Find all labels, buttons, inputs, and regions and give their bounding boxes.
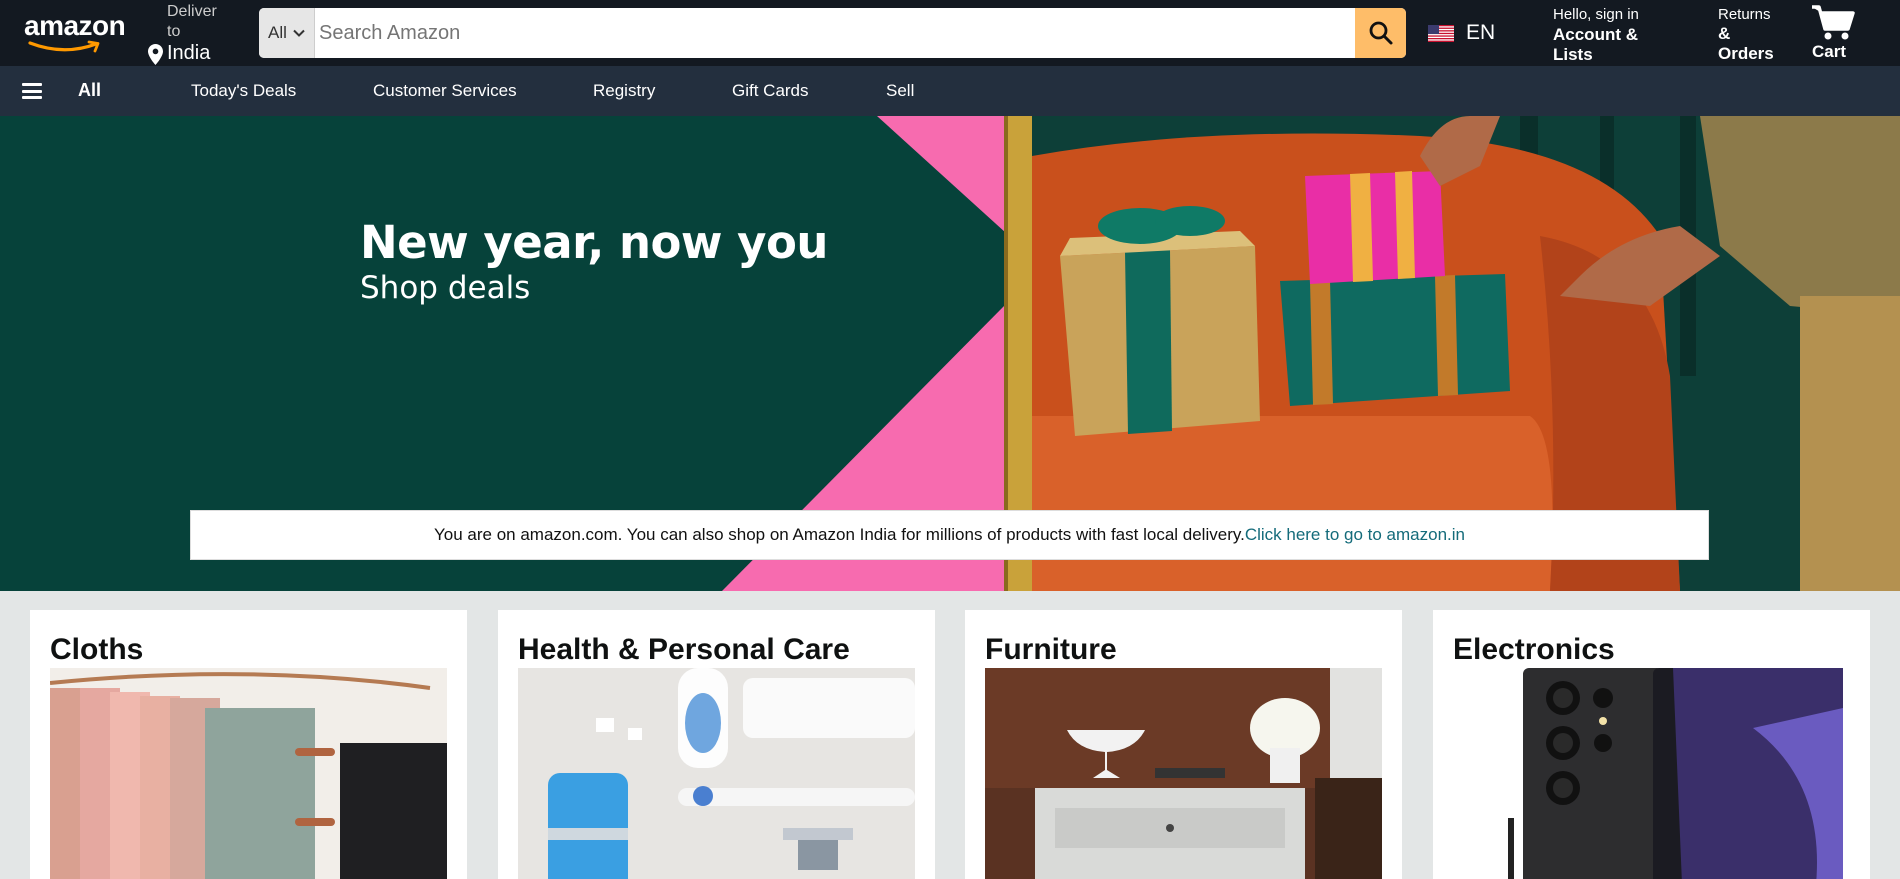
nav-link-customer-services[interactable]: Customer Services: [373, 81, 517, 101]
account-label: Account & Lists: [1553, 25, 1638, 64]
secondary-navbar: All Today's Deals Customer Services Regi…: [0, 66, 1900, 116]
account-and-lists[interactable]: Hello, sign in Account & Lists: [1553, 6, 1673, 64]
category-card-electronics[interactable]: Electronics: [1433, 610, 1870, 879]
language-selector[interactable]: EN: [1428, 20, 1495, 46]
international-notice: You are on amazon.com. You can also shop…: [190, 510, 1709, 560]
furniture-image: [985, 668, 1382, 879]
category-card-furniture[interactable]: Furniture: [965, 610, 1402, 879]
search-category-dropdown[interactable]: All: [259, 8, 315, 58]
category-title: Cloths: [50, 633, 144, 666]
category-title: Health & Personal Care: [518, 633, 850, 666]
returns-and-orders[interactable]: Returns & Orders: [1718, 6, 1788, 64]
category-image-cloths[interactable]: [50, 668, 447, 879]
location-pin-icon: [148, 44, 163, 65]
category-title: Electronics: [1453, 633, 1615, 666]
cart-button[interactable]: Cart: [1810, 2, 1860, 62]
hamburger-menu-icon[interactable]: [22, 83, 42, 99]
search-icon: [1369, 21, 1392, 45]
us-flag-icon: [1428, 24, 1454, 42]
deliver-to[interactable]: Deliver to India: [148, 2, 228, 65]
top-navbar: amazon Deliver to India All Search Amazo…: [0, 0, 1900, 66]
cart-icon: [1812, 5, 1855, 40]
search-input[interactable]: [315, 8, 1355, 58]
search-button[interactable]: [1355, 8, 1406, 58]
search-category-label: All: [268, 23, 287, 42]
nav-link-todays-deals[interactable]: Today's Deals: [191, 81, 296, 101]
deliver-location: India: [167, 42, 211, 64]
notice-text: You are on amazon.com. You can also shop…: [434, 525, 1245, 544]
nav-all-button[interactable]: All: [78, 80, 101, 101]
nav-link-sell[interactable]: Sell: [886, 81, 914, 101]
orders-label: & Orders: [1718, 24, 1774, 63]
category-image-health[interactable]: [518, 668, 915, 879]
deliver-label: Deliver to: [167, 3, 217, 40]
health-image: [518, 668, 915, 879]
logo-smile-icon: [28, 40, 100, 53]
returns-label: Returns: [1718, 6, 1771, 23]
amazon-in-link[interactable]: Click here to go to amazon.in: [1245, 525, 1465, 545]
electronics-image: [1453, 668, 1850, 879]
cart-label: Cart: [1812, 42, 1847, 61]
category-card-cloths[interactable]: Cloths: [30, 610, 467, 879]
nav-link-registry[interactable]: Registry: [593, 81, 655, 101]
logo-text: amazon: [24, 10, 126, 41]
chevron-down-icon: [293, 29, 305, 37]
category-title: Furniture: [985, 633, 1117, 666]
hero-title: New year, now you: [360, 216, 828, 269]
category-image-furniture[interactable]: [985, 668, 1382, 879]
search-bar: All: [259, 8, 1406, 58]
category-card-health[interactable]: Health & Personal Care: [498, 610, 935, 879]
account-greeting: Hello, sign in: [1553, 6, 1639, 23]
amazon-logo[interactable]: amazon: [24, 12, 128, 56]
language-code: EN: [1466, 21, 1496, 44]
hero-banner[interactable]: New year, now you Shop deals You are on …: [0, 116, 1900, 591]
hero-subtitle[interactable]: Shop deals: [360, 270, 530, 306]
cloths-image: [50, 668, 447, 879]
nav-link-gift-cards[interactable]: Gift Cards: [732, 81, 809, 101]
category-image-electronics[interactable]: [1453, 668, 1850, 879]
